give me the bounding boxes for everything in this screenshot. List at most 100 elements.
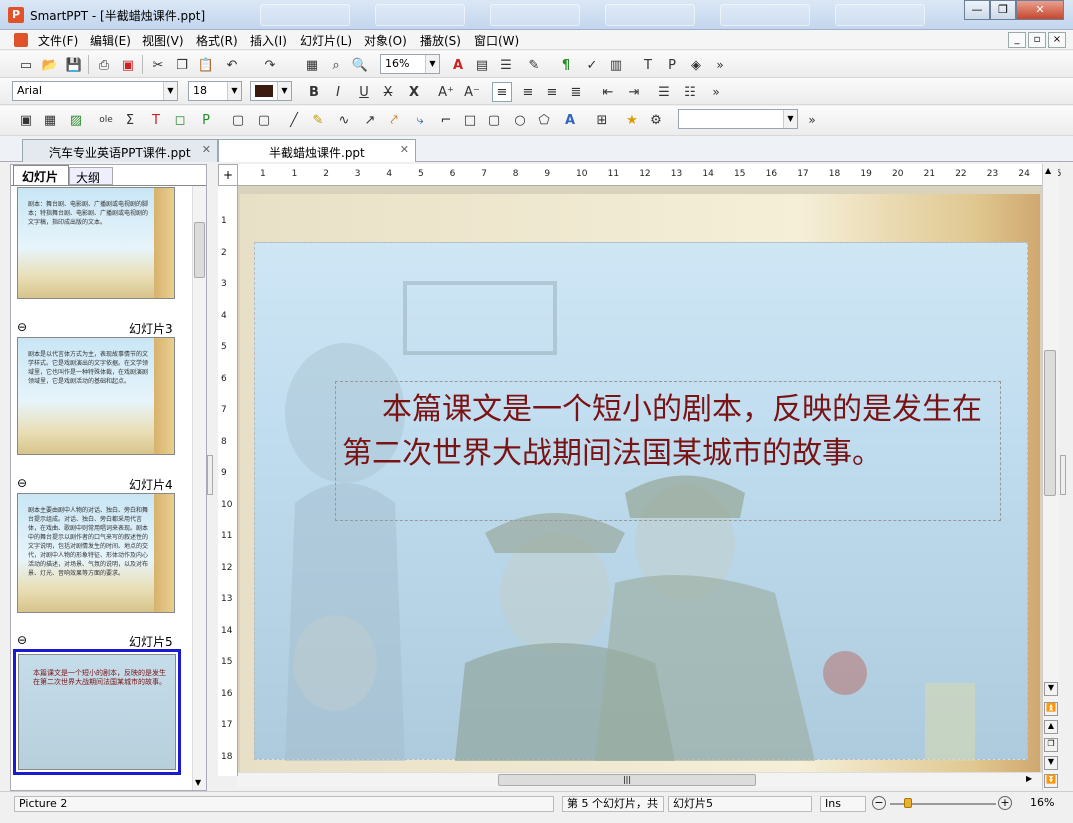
menu-slide[interactable]: 幻灯片(L) (300, 32, 352, 49)
slide-thumbnail-2[interactable]: 剧本：舞台剧、电影剧、广播剧或电视剧的脚本；特指舞台剧、电影剧、广播剧或电视剧的… (17, 187, 175, 299)
shrink-font-icon[interactable]: A⁻ (462, 82, 482, 102)
fit-window-icon[interactable]: ❐ (1044, 738, 1058, 752)
background-window-tab[interactable] (835, 4, 925, 26)
scroll-down-icon[interactable]: ▼ (1044, 682, 1058, 696)
slide-text-box[interactable]: 本篇课文是一个短小的剧本，反映的是发生在第二次世界大战期间法国某城市的故事。 (335, 381, 1001, 521)
slides-panel-scrollbar[interactable]: ▼ (192, 186, 206, 790)
copy-icon[interactable]: ❐ (172, 55, 192, 75)
zoom-out-icon[interactable]: − (872, 796, 886, 810)
bullet-list-icon[interactable]: ☰ (654, 82, 674, 102)
scrollbar-thumb[interactable] (194, 222, 205, 278)
close-button[interactable]: ✕ (1016, 0, 1064, 20)
background-window-tab[interactable] (605, 4, 695, 26)
toolbar-overflow-icon[interactable]: » (710, 55, 730, 75)
open-icon[interactable]: 📂 (40, 55, 60, 75)
text-box-icon[interactable]: T (638, 55, 658, 75)
last-slide-icon[interactable]: ⏬ (1044, 774, 1058, 788)
tab-document-2[interactable]: 半截蜡烛课件.ppt ✕ (218, 139, 416, 162)
redo-icon[interactable]: ↷ (260, 55, 280, 75)
menu-format[interactable]: 格式(R) (196, 32, 238, 49)
doc-minimize-button[interactable]: _ (1008, 32, 1026, 48)
menu-file[interactable]: 文件(F) (38, 32, 78, 49)
rounded-rect-icon[interactable]: ▢ (484, 110, 504, 130)
align-objects-icon[interactable]: ⊞ (592, 110, 612, 130)
arrow-icon[interactable]: ↗ (360, 110, 380, 130)
next-slide-icon[interactable]: ▼ (1044, 756, 1058, 770)
first-slide-icon[interactable]: ⏫ (1044, 702, 1058, 716)
numbered-list-icon[interactable]: ☷ (680, 82, 700, 102)
menu-play[interactable]: 播放(S) (420, 32, 461, 49)
italic-icon[interactable]: I (328, 82, 348, 102)
picture-frame-icon[interactable]: P (196, 110, 216, 130)
slide-thumbnail-3[interactable]: 剧本是以代言体方式为主，表现故事情节的文学样式。它是戏剧演出的文字依据。在文学领… (17, 337, 175, 455)
curve-icon[interactable]: ∿ (334, 110, 354, 130)
effects-icon[interactable]: ⚙ (646, 110, 666, 130)
tab-slides[interactable]: 幻灯片 (13, 165, 69, 185)
font-select[interactable]: Arial ▼ (12, 81, 178, 101)
increase-indent-icon[interactable]: ⇥ (624, 82, 644, 102)
line-icon[interactable]: ╱ (284, 110, 304, 130)
object-icon[interactable]: ◈ (686, 55, 706, 75)
scroll-down-icon[interactable]: ▼ (195, 778, 201, 787)
restore-button[interactable]: ❐ (990, 0, 1016, 20)
zoom-slider-handle[interactable] (904, 798, 912, 808)
background-window-tab[interactable] (490, 4, 580, 26)
frame-icon[interactable]: ▣ (16, 110, 36, 130)
font-size-select[interactable]: 18 ▼ (188, 81, 242, 101)
font-color-select[interactable]: ▼ (250, 81, 292, 101)
panel-splitter[interactable] (207, 455, 213, 495)
wordart-icon[interactable]: A (560, 110, 580, 130)
close-tab-icon[interactable]: ✕ (202, 143, 211, 156)
toolbar-overflow-icon[interactable]: » (802, 110, 822, 130)
insert-image-icon[interactable]: ▤ (472, 55, 492, 75)
paste-icon[interactable]: 📋 (196, 55, 216, 75)
menu-view[interactable]: 视图(V) (142, 32, 184, 49)
scroll-up-icon[interactable]: ▲ (1045, 166, 1051, 175)
align-left-icon[interactable]: ≡ (492, 82, 512, 102)
menu-edit[interactable]: 编辑(E) (90, 32, 131, 49)
slide-picture[interactable]: 本篇课文是一个短小的剧本，反映的是发生在第二次世界大战期间法国某城市的故事。 (254, 242, 1028, 761)
star-icon[interactable]: ★ (622, 110, 642, 130)
decrease-indent-icon[interactable]: ⇤ (598, 82, 618, 102)
save-icon[interactable]: 💾 (64, 55, 84, 75)
cut-icon[interactable]: ✂ (148, 55, 168, 75)
format-painter-icon[interactable]: ✎ (524, 55, 544, 75)
doc-restore-button[interactable]: ▫ (1028, 32, 1046, 48)
paragraph-mark-icon[interactable]: ¶ (556, 55, 576, 75)
elbow-icon[interactable]: ⌐ (436, 110, 456, 130)
toolbar-overflow-icon[interactable]: » (706, 82, 726, 102)
tab-document-1[interactable]: 汽车专业英语PPT课件.ppt ✕ (22, 139, 218, 162)
new-icon[interactable]: ▭ (16, 55, 36, 75)
status-insert-mode[interactable]: Ins (820, 796, 866, 812)
ruler-origin-icon[interactable]: + (218, 164, 238, 186)
menu-insert[interactable]: 插入(I) (250, 32, 287, 49)
grow-font-icon[interactable]: A⁺ (436, 82, 456, 102)
justify-icon[interactable]: ≣ (566, 82, 586, 102)
group-icon[interactable]: ▢ (228, 110, 248, 130)
align-center-icon[interactable]: ≡ (518, 82, 538, 102)
picture-icon[interactable]: P (662, 55, 682, 75)
image-frame-icon[interactable]: ▨ (66, 110, 86, 130)
shape-frame-icon[interactable]: ◻ (170, 110, 190, 130)
menu-object[interactable]: 对象(O) (364, 32, 407, 49)
ungroup-icon[interactable]: ▢ (254, 110, 274, 130)
scroll-right-icon[interactable]: ▶ (1026, 774, 1032, 783)
spellcheck-icon[interactable]: ✓ (582, 55, 602, 75)
slide-thumbnail-5[interactable]: 本篇课文是一个短小的剧本，反映的是发生在第二次世界大战期间法国某城市的故事。 (18, 654, 176, 770)
ole-icon[interactable]: ole (96, 110, 116, 130)
print-icon[interactable]: ⎙ (94, 55, 114, 75)
background-window-tab[interactable] (375, 4, 465, 26)
zoom-in-icon[interactable]: + (998, 796, 1012, 810)
minimize-button[interactable]: — (964, 0, 990, 20)
align-right-icon[interactable]: ≡ (542, 82, 562, 102)
find-icon[interactable]: ⌕ (326, 55, 346, 75)
table-frame-icon[interactable]: ▦ (40, 110, 60, 130)
scrollbar-thumb[interactable] (1044, 350, 1056, 496)
close-tab-icon[interactable]: ✕ (400, 143, 409, 156)
text-frame-icon[interactable]: T (146, 110, 166, 130)
doc-close-button[interactable]: × (1048, 32, 1066, 48)
slide-body-text[interactable]: 本篇课文是一个短小的剧本，反映的是发生在第二次世界大战期间法国某城市的故事。 (342, 388, 1002, 476)
bold-icon[interactable]: B (304, 82, 324, 102)
rectangle-icon[interactable]: □ (460, 110, 480, 130)
scrollbar-thumb[interactable]: ||| (498, 774, 756, 786)
